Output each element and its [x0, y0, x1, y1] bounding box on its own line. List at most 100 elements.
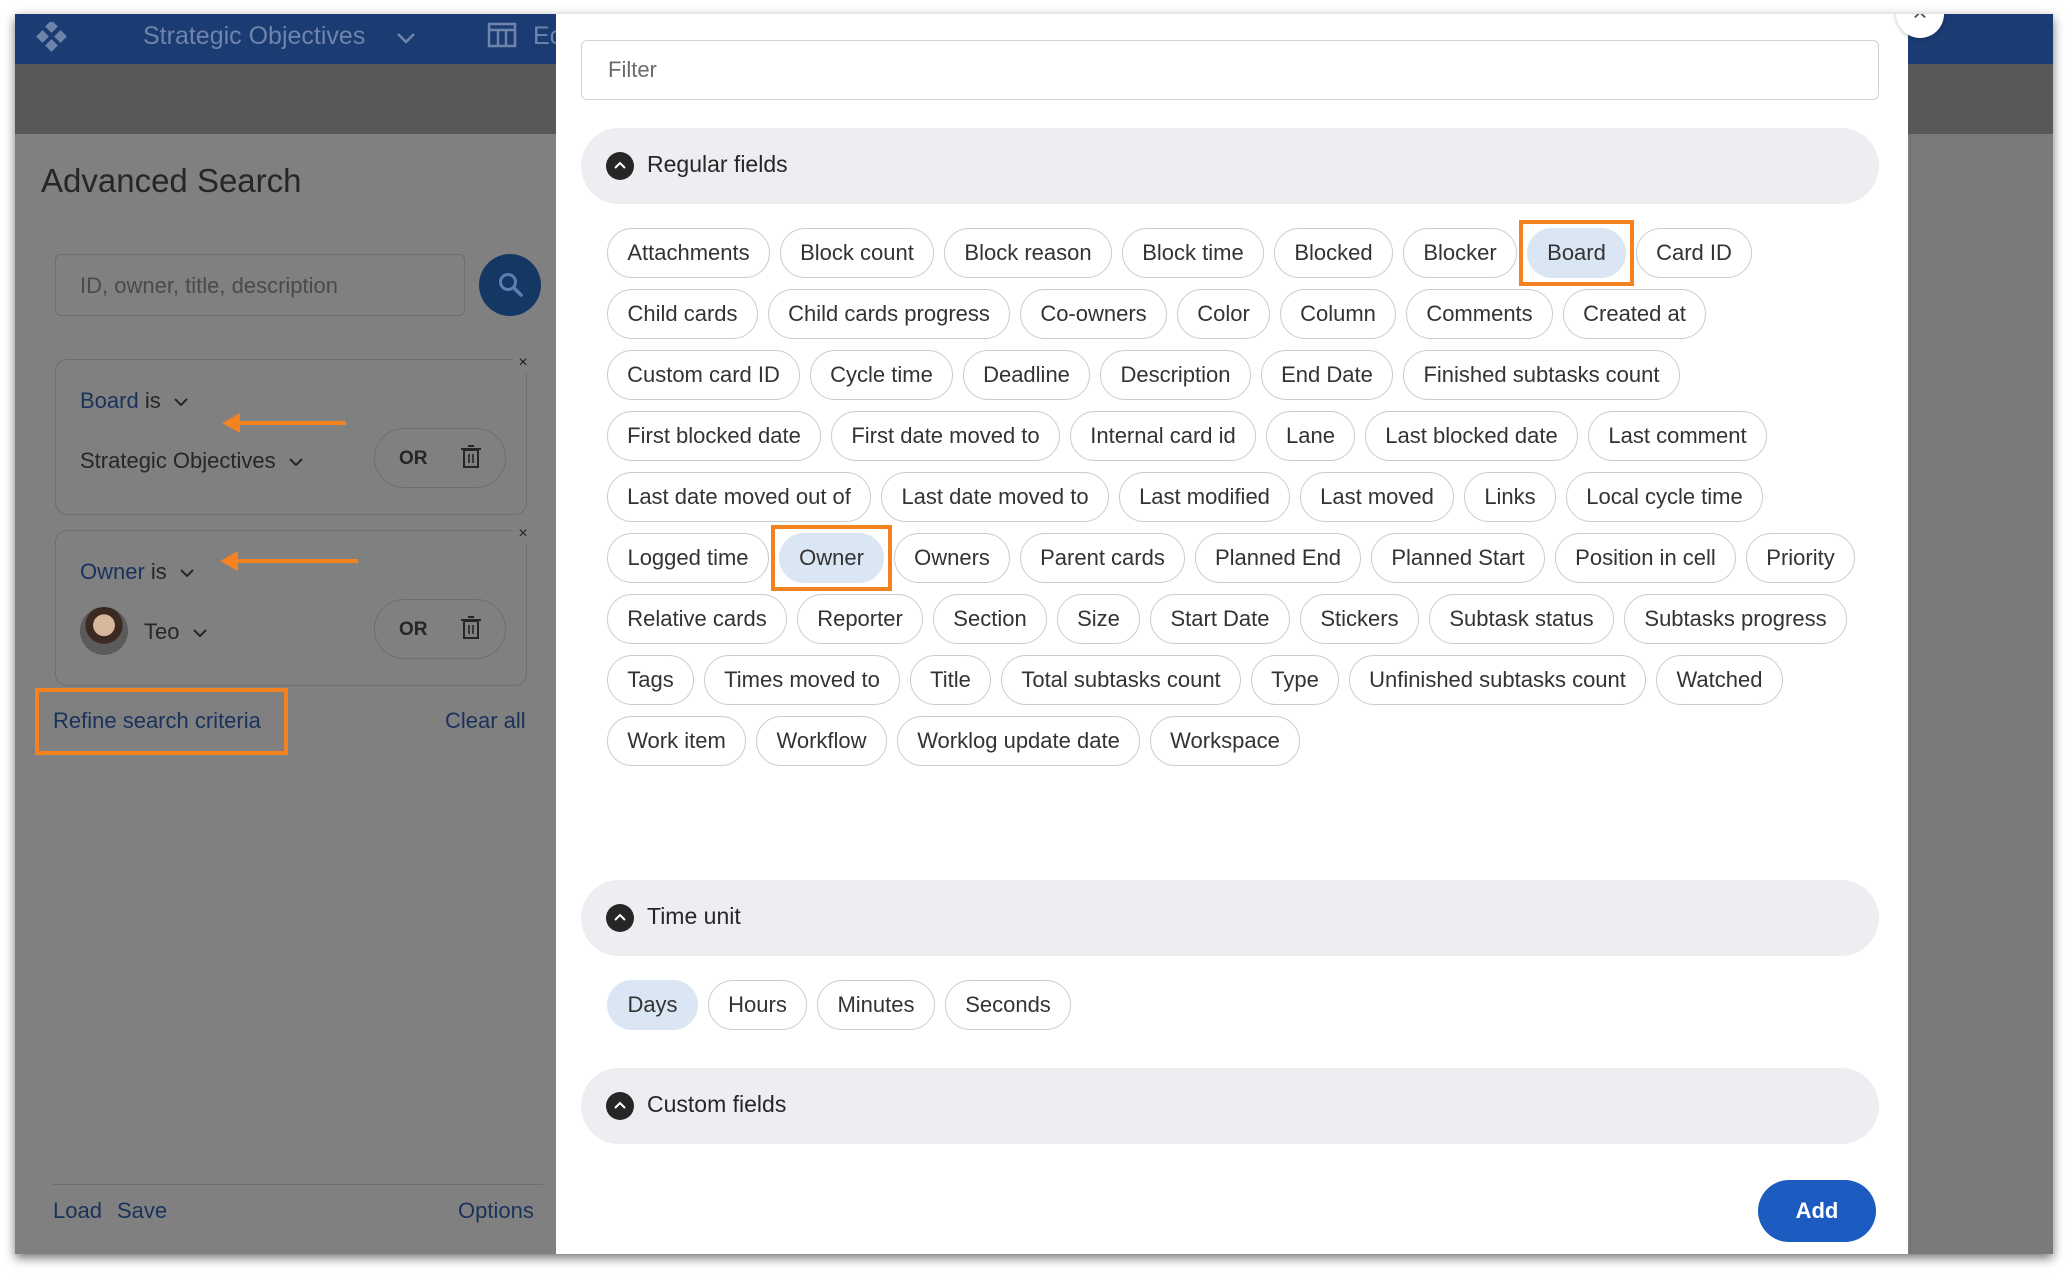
field-chip-seconds[interactable]: Seconds [945, 980, 1071, 1030]
options-link[interactable]: Options [458, 1198, 534, 1224]
field-chip-block-reason[interactable]: Block reason [944, 228, 1112, 278]
regular-fields-header[interactable]: Regular fields [581, 128, 1879, 204]
field-chip-comments[interactable]: Comments [1406, 289, 1553, 339]
field-chip-lane[interactable]: Lane [1266, 411, 1355, 461]
field-chip-planned-start[interactable]: Planned Start [1371, 533, 1545, 583]
field-chip-last-comment[interactable]: Last comment [1588, 411, 1767, 461]
time-unit-header[interactable]: Time unit [581, 880, 1879, 956]
field-chip-owners[interactable]: Owners [894, 533, 1010, 583]
field-chip-blocked[interactable]: Blocked [1274, 228, 1393, 278]
collapse-icon[interactable] [606, 1092, 634, 1120]
field-chip-start-date[interactable]: Start Date [1150, 594, 1290, 644]
field-chip-local-cycle-time[interactable]: Local cycle time [1566, 472, 1763, 522]
close-icon[interactable]: × [512, 523, 534, 545]
field-chip-stickers[interactable]: Stickers [1300, 594, 1419, 644]
filter-value-selector[interactable]: Strategic Objectives [80, 448, 304, 474]
field-chip-deadline[interactable]: Deadline [963, 350, 1090, 400]
chevron-down-icon[interactable] [395, 24, 417, 54]
field-chip-reporter[interactable]: Reporter [797, 594, 923, 644]
field-chip-total-subtasks-count[interactable]: Total subtasks count [1001, 655, 1241, 705]
field-chip-worklog-update-date[interactable]: Worklog update date [897, 716, 1140, 766]
field-chip-child-cards[interactable]: Child cards [607, 289, 758, 339]
field-chip-last-moved[interactable]: Last moved [1300, 472, 1454, 522]
filter-field-selector[interactable]: Board is [80, 388, 189, 414]
filter-field-selector[interactable]: Owner is [80, 559, 195, 585]
field-chip-work-item[interactable]: Work item [607, 716, 746, 766]
field-chip-relative-cards[interactable]: Relative cards [607, 594, 787, 644]
custom-fields-header[interactable]: Custom fields [581, 1068, 1879, 1144]
field-chip-subtasks-progress[interactable]: Subtasks progress [1624, 594, 1847, 644]
or-pill: OR [374, 599, 506, 659]
field-chip-block-count[interactable]: Block count [780, 228, 934, 278]
field-chip-tags[interactable]: Tags [607, 655, 694, 705]
field-chip-end-date[interactable]: End Date [1261, 350, 1393, 400]
clear-all-link[interactable]: Clear all [445, 708, 526, 734]
search-input[interactable]: ID, owner, title, description [55, 254, 465, 316]
field-chip-title[interactable]: Title [910, 655, 991, 705]
field-chip-type[interactable]: Type [1251, 655, 1339, 705]
chevron-down-icon [192, 629, 207, 638]
field-chip-color[interactable]: Color [1177, 289, 1270, 339]
field-chip-workflow[interactable]: Workflow [756, 716, 887, 766]
field-chip-last-date-moved-to[interactable]: Last date moved to [881, 472, 1109, 522]
search-button[interactable] [479, 254, 541, 316]
avatar [80, 607, 128, 655]
board-title[interactable]: Strategic Objectives [143, 22, 365, 51]
field-chip-minutes[interactable]: Minutes [817, 980, 935, 1030]
field-chip-co-owners[interactable]: Co-owners [1020, 289, 1167, 339]
field-chip-column[interactable]: Column [1280, 289, 1396, 339]
board-icon[interactable] [487, 20, 517, 50]
field-chip-blocker[interactable]: Blocker [1403, 228, 1517, 278]
filter-input[interactable] [581, 40, 1879, 100]
field-chip-finished-subtasks-count[interactable]: Finished subtasks count [1403, 350, 1680, 400]
refine-search-criteria-link[interactable]: Refine search criteria [35, 688, 288, 755]
field-chip-position-in-cell[interactable]: Position in cell [1555, 533, 1736, 583]
close-icon[interactable]: × [512, 352, 534, 374]
right-column [1910, 134, 2053, 1254]
field-chip-links[interactable]: Links [1464, 472, 1556, 522]
field-chip-hours[interactable]: Hours [708, 980, 807, 1030]
trash-icon[interactable] [461, 445, 481, 469]
section-title: Regular fields [647, 151, 788, 177]
field-chip-watched[interactable]: Watched [1656, 655, 1783, 705]
field-chip-custom-card-id[interactable]: Custom card ID [607, 350, 800, 400]
trash-icon[interactable] [461, 616, 481, 640]
field-chip-first-date-moved-to[interactable]: First date moved to [831, 411, 1060, 461]
field-chip-last-blocked-date[interactable]: Last blocked date [1365, 411, 1578, 461]
field-chip-description[interactable]: Description [1100, 350, 1251, 400]
field-chip-section[interactable]: Section [933, 594, 1047, 644]
field-chip-parent-cards[interactable]: Parent cards [1020, 533, 1185, 583]
field-chip-unfinished-subtasks-count[interactable]: Unfinished subtasks count [1349, 655, 1646, 705]
filter-value-selector[interactable]: Teo [144, 619, 208, 645]
field-chip-card-id[interactable]: Card ID [1636, 228, 1752, 278]
time-unit-list: Days Hours Minutes Seconds [607, 980, 1867, 1040]
field-chip-last-modified[interactable]: Last modified [1119, 472, 1290, 522]
field-chip-created-at[interactable]: Created at [1563, 289, 1706, 339]
field-chip-cycle-time[interactable]: Cycle time [810, 350, 953, 400]
field-chip-size[interactable]: Size [1057, 594, 1140, 644]
add-button[interactable]: Add [1758, 1180, 1876, 1242]
field-chip-last-date-moved-out-of[interactable]: Last date moved out of [607, 472, 871, 522]
field-chip-workspace[interactable]: Workspace [1150, 716, 1300, 766]
or-button[interactable]: OR [399, 619, 428, 641]
or-button[interactable]: OR [399, 448, 428, 470]
save-link[interactable]: Save [117, 1198, 167, 1224]
collapse-icon[interactable] [606, 904, 634, 932]
field-chip-planned-end[interactable]: Planned End [1195, 533, 1361, 583]
field-chip-attachments[interactable]: Attachments [607, 228, 770, 278]
field-chip-times-moved-to[interactable]: Times moved to [704, 655, 900, 705]
field-chip-logged-time[interactable]: Logged time [607, 533, 769, 583]
load-link[interactable]: Load [53, 1198, 102, 1224]
field-chip-board[interactable]: Board [1527, 228, 1626, 278]
field-chip-subtask-status[interactable]: Subtask status [1429, 594, 1614, 644]
field-chip-block-time[interactable]: Block time [1122, 228, 1264, 278]
field-chip-days[interactable]: Days [607, 980, 698, 1030]
filter-field-name: Board [80, 388, 139, 413]
field-chip-internal-card-id[interactable]: Internal card id [1070, 411, 1256, 461]
field-chip-priority[interactable]: Priority [1746, 533, 1855, 583]
field-chip-first-blocked-date[interactable]: First blocked date [607, 411, 821, 461]
filter-card-board: × Board is Strategic Objectives OR [55, 352, 534, 515]
field-chip-child-cards-progress[interactable]: Child cards progress [768, 289, 1010, 339]
field-chip-owner[interactable]: Owner [779, 533, 884, 583]
collapse-icon[interactable] [606, 152, 634, 180]
